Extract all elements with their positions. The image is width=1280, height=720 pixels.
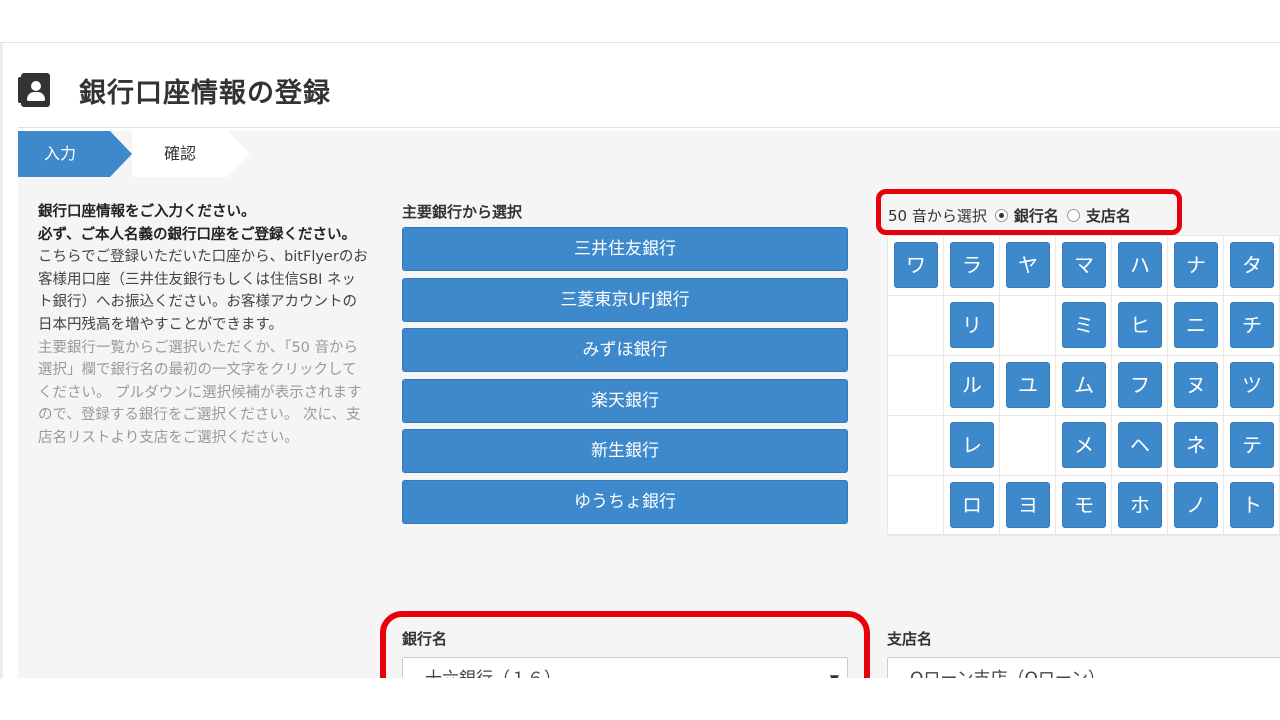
bank-field-highlight (380, 611, 870, 678)
kana-button[interactable]: ヤ (1006, 242, 1050, 288)
kana-cell: ハ (1112, 236, 1168, 296)
kana-button[interactable]: ロ (950, 482, 994, 528)
kana-cell: ル (944, 356, 1000, 416)
step-input-arrow (110, 131, 132, 177)
kana-cell: ネ (1168, 416, 1224, 476)
kana-button[interactable]: ナ (1174, 242, 1218, 288)
branch-name-select[interactable]: Qローン支店（Qローン） (887, 657, 1280, 678)
kana-button[interactable]: マ (1062, 242, 1106, 288)
instruction-heading-1: 銀行口座情報をご入力ください。 (38, 204, 256, 220)
title-divider (18, 127, 1280, 128)
branch-name-label: 支店名 (887, 630, 933, 648)
kana-cell: ナ (1168, 236, 1224, 296)
kana-button[interactable]: ル (950, 362, 994, 408)
kana-button[interactable]: ノ (1174, 482, 1218, 528)
kana-cell: テ (1224, 416, 1280, 476)
kana-button[interactable]: フ (1118, 362, 1162, 408)
bank-button-smbc[interactable]: 三井住友銀行 (402, 227, 848, 271)
page-title: 銀行口座情報の登録 (79, 77, 331, 109)
kana-button[interactable]: ワ (894, 242, 938, 288)
kana-button[interactable]: ヨ (1006, 482, 1050, 528)
kana-cell: ツ (1224, 356, 1280, 416)
bank-button-mufg[interactable]: 三菱東京UFJ銀行 (402, 277, 848, 322)
kana-cell: ヒ (1112, 296, 1168, 356)
instruction-help: 主要銀行一覧からご選択いただくか、「50 音から選択」欄で銀行名の最初の一文字を… (38, 339, 362, 446)
kana-cell: ヌ (1168, 356, 1224, 416)
kana-cell: チ (1224, 296, 1280, 356)
kana-button[interactable]: ヌ (1174, 362, 1218, 408)
form-panel: 銀行口座情報をご入力ください。 必ず、ご本人名義の銀行口座をご登録ください。 こ… (18, 177, 1280, 678)
kana-button[interactable]: ユ (1006, 362, 1050, 408)
kana-cell: レ (944, 416, 1000, 476)
kana-cell: マ (1056, 236, 1112, 296)
kana-cell: メ (1056, 416, 1112, 476)
kana-cell: ヨ (1000, 476, 1056, 536)
kana-cell: ヘ (1112, 416, 1168, 476)
kana-cell: ノ (1168, 476, 1224, 536)
bank-button-yucho[interactable]: ゆうちょ銀行 (402, 479, 848, 524)
kana-cell: リ (944, 296, 1000, 356)
kana-button[interactable]: タ (1230, 242, 1274, 288)
kana-cell (888, 356, 944, 416)
kana-cell: ユ (1000, 356, 1056, 416)
kana-cell: フ (1112, 356, 1168, 416)
major-bank-list: 三井住友銀行 三菱東京UFJ銀行 みずほ銀行 楽天銀行 新生銀行 ゆうちょ銀行 (402, 227, 848, 530)
kana-cell (1000, 416, 1056, 476)
bank-button-rakuten[interactable]: 楽天銀行 (402, 378, 848, 423)
kana-button[interactable]: ト (1230, 482, 1274, 528)
kana-cell (888, 296, 944, 356)
kana-button[interactable]: ニ (1174, 302, 1218, 348)
instruction-heading-2: 必ず、ご本人名義の銀行口座をご登録ください。 (38, 226, 356, 243)
instruction-body: こちらでご登録いただいた口座から、bitFlyerのお客様用口座（三井住友銀行も… (38, 249, 368, 333)
kana-cell: ミ (1056, 296, 1112, 356)
kana-cell (888, 416, 944, 476)
kana-cell: ム (1056, 356, 1112, 416)
step-confirm: 確認 (132, 131, 228, 177)
kana-button[interactable]: メ (1062, 422, 1106, 468)
kana-button[interactable]: ヘ (1118, 422, 1162, 468)
kana-cell: ホ (1112, 476, 1168, 536)
kana-button[interactable]: テ (1230, 422, 1274, 468)
kana-cell: ワ (888, 236, 944, 296)
kana-button[interactable]: ラ (950, 242, 994, 288)
kana-cell: タ (1224, 236, 1280, 296)
kana-button[interactable]: ホ (1118, 482, 1162, 528)
kana-cell: ラ (944, 236, 1000, 296)
kana-button[interactable]: リ (950, 302, 994, 348)
kana-cell (888, 476, 944, 536)
contact-book-icon (18, 71, 50, 109)
kana-button[interactable]: ヒ (1118, 302, 1162, 348)
kana-mode-highlight (876, 189, 1182, 235)
kana-cell: モ (1056, 476, 1112, 536)
kana-button[interactable]: レ (950, 422, 994, 468)
step-indicator: 入力 確認 (18, 131, 1280, 177)
step-confirm-arrow (228, 131, 250, 177)
page-header: 銀行口座情報の登録 (18, 65, 331, 115)
kana-button[interactable]: ハ (1118, 242, 1162, 288)
page-frame: 銀行口座情報の登録 入力 確認 銀行口座情報をご入力ください。 必ず、ご本人名義… (0, 42, 1280, 678)
kana-cell: ニ (1168, 296, 1224, 356)
kana-cell: ト (1224, 476, 1280, 536)
kana-button[interactable]: モ (1062, 482, 1106, 528)
kana-button[interactable]: ミ (1062, 302, 1106, 348)
kana-cell (1000, 296, 1056, 356)
kana-cell: ロ (944, 476, 1000, 536)
kana-grid: ワラヤマハナタリ ミヒニチルユムフヌツレ メヘネテロヨモホノト (887, 235, 1280, 536)
bank-button-mizuho[interactable]: みずほ銀行 (402, 328, 848, 372)
kana-button[interactable]: ネ (1174, 422, 1218, 468)
kana-cell: ヤ (1000, 236, 1056, 296)
bank-button-shinsei[interactable]: 新生銀行 (402, 429, 848, 473)
left-rule (0, 43, 3, 678)
major-banks-title: 主要銀行から選択 (402, 203, 523, 221)
kana-button[interactable]: ツ (1230, 362, 1274, 408)
instructions: 銀行口座情報をご入力ください。 必ず、ご本人名義の銀行口座をご登録ください。 こ… (38, 201, 368, 450)
step-input: 入力 (18, 131, 110, 177)
kana-button[interactable]: チ (1230, 302, 1274, 348)
kana-button[interactable]: ム (1062, 362, 1106, 408)
branch-name-value: Qローン支店（Qローン） (910, 669, 1105, 678)
